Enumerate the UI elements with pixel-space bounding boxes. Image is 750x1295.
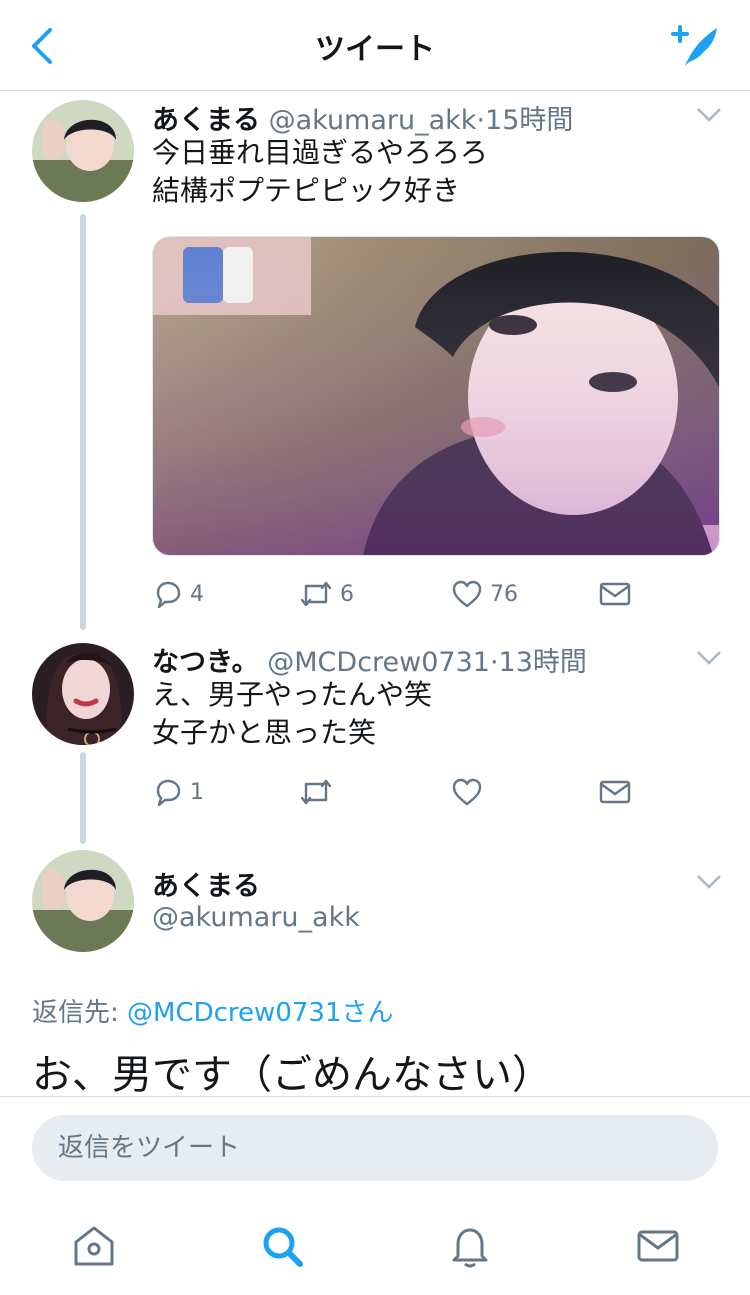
chevron-down-icon[interactable]	[696, 874, 722, 890]
avatar-photo	[32, 100, 134, 202]
envelope-icon	[599, 582, 631, 606]
avatar[interactable]	[32, 100, 134, 202]
tweet-text-line: 今日垂れ目過ぎるやろろろ	[152, 136, 489, 169]
user-handle-text: @akumaru_akk	[152, 902, 360, 933]
reply-count: 1	[190, 779, 204, 805]
avatar-photo	[32, 643, 134, 745]
retweet-count: 6	[340, 581, 354, 607]
retweet-button[interactable]	[298, 772, 334, 812]
thread-line	[80, 214, 86, 630]
like-button[interactable]	[450, 772, 484, 812]
share-button[interactable]	[598, 772, 632, 812]
tweet-header: あくまる @akumaru_akk·15時間	[152, 98, 573, 137]
tweet-text-line: 女子かと思った笑	[152, 716, 377, 749]
user-handle[interactable]: @MCDcrew0731	[267, 647, 490, 678]
like-count: 76	[490, 581, 518, 607]
top-bar: ツイート	[0, 0, 750, 91]
tweet-time: ·15時間	[476, 105, 574, 136]
reply-to-line: 返信先: @MCDcrew0731さん	[32, 992, 393, 1029]
tweet-time: ·13時間	[489, 647, 587, 678]
notifications-icon[interactable]	[446, 1222, 494, 1270]
avatar[interactable]	[32, 850, 134, 952]
avatar[interactable]	[32, 643, 134, 745]
messages-icon[interactable]	[634, 1222, 682, 1270]
home-icon[interactable]	[70, 1222, 118, 1270]
display-name[interactable]: あくまる	[152, 105, 260, 136]
tweet-actions: 1	[152, 772, 722, 812]
avatar-photo	[32, 850, 134, 952]
tweet-photo[interactable]	[152, 236, 720, 556]
user-handle[interactable]: @akumaru_akk	[269, 105, 477, 136]
photo-image	[153, 237, 719, 555]
reply-bar	[0, 1096, 750, 1197]
reply-input[interactable]	[32, 1115, 718, 1181]
retweet-button[interactable]: 6	[298, 574, 354, 614]
heart-icon	[452, 778, 482, 806]
user-handle[interactable]: @akumaru_akk	[152, 902, 360, 933]
reply-icon	[156, 779, 181, 807]
reply-count: 4	[190, 581, 204, 607]
thread-line	[80, 752, 86, 844]
tweet-header: なつき。 @MCDcrew0731·13時間	[152, 640, 587, 679]
tweet-text-line: え、男子やったんや笑	[152, 678, 433, 711]
tweet-actions: 4 6 76	[152, 574, 722, 614]
envelope-icon	[599, 780, 631, 804]
reply-target-link[interactable]: @MCDcrew0731さん	[127, 998, 393, 1028]
compose-tweet-icon[interactable]	[665, 22, 723, 70]
display-name[interactable]: なつき。	[152, 647, 259, 678]
search-icon[interactable]	[258, 1222, 306, 1270]
reply-prefix: 返信先:	[32, 998, 119, 1028]
chevron-down-icon[interactable]	[696, 650, 722, 666]
retweet-icon	[300, 581, 332, 607]
display-name[interactable]: あくまる	[152, 864, 260, 903]
retweet-icon	[300, 779, 332, 805]
reply-button[interactable]: 4	[152, 574, 204, 614]
heart-icon	[452, 580, 482, 608]
reply-icon	[156, 581, 181, 609]
display-name-text: あくまる	[152, 871, 260, 902]
like-button[interactable]: 76	[450, 574, 518, 614]
share-button[interactable]	[598, 574, 632, 614]
draft-text[interactable]: お、男です（ごめんなさい）	[32, 1042, 552, 1100]
reply-button[interactable]: 1	[152, 772, 204, 812]
tweet-text-line: 結構ポプテピピック好き	[152, 174, 461, 207]
chevron-down-icon[interactable]	[696, 107, 722, 123]
tab-bar	[0, 1196, 750, 1295]
page-title: ツイート	[315, 32, 435, 67]
